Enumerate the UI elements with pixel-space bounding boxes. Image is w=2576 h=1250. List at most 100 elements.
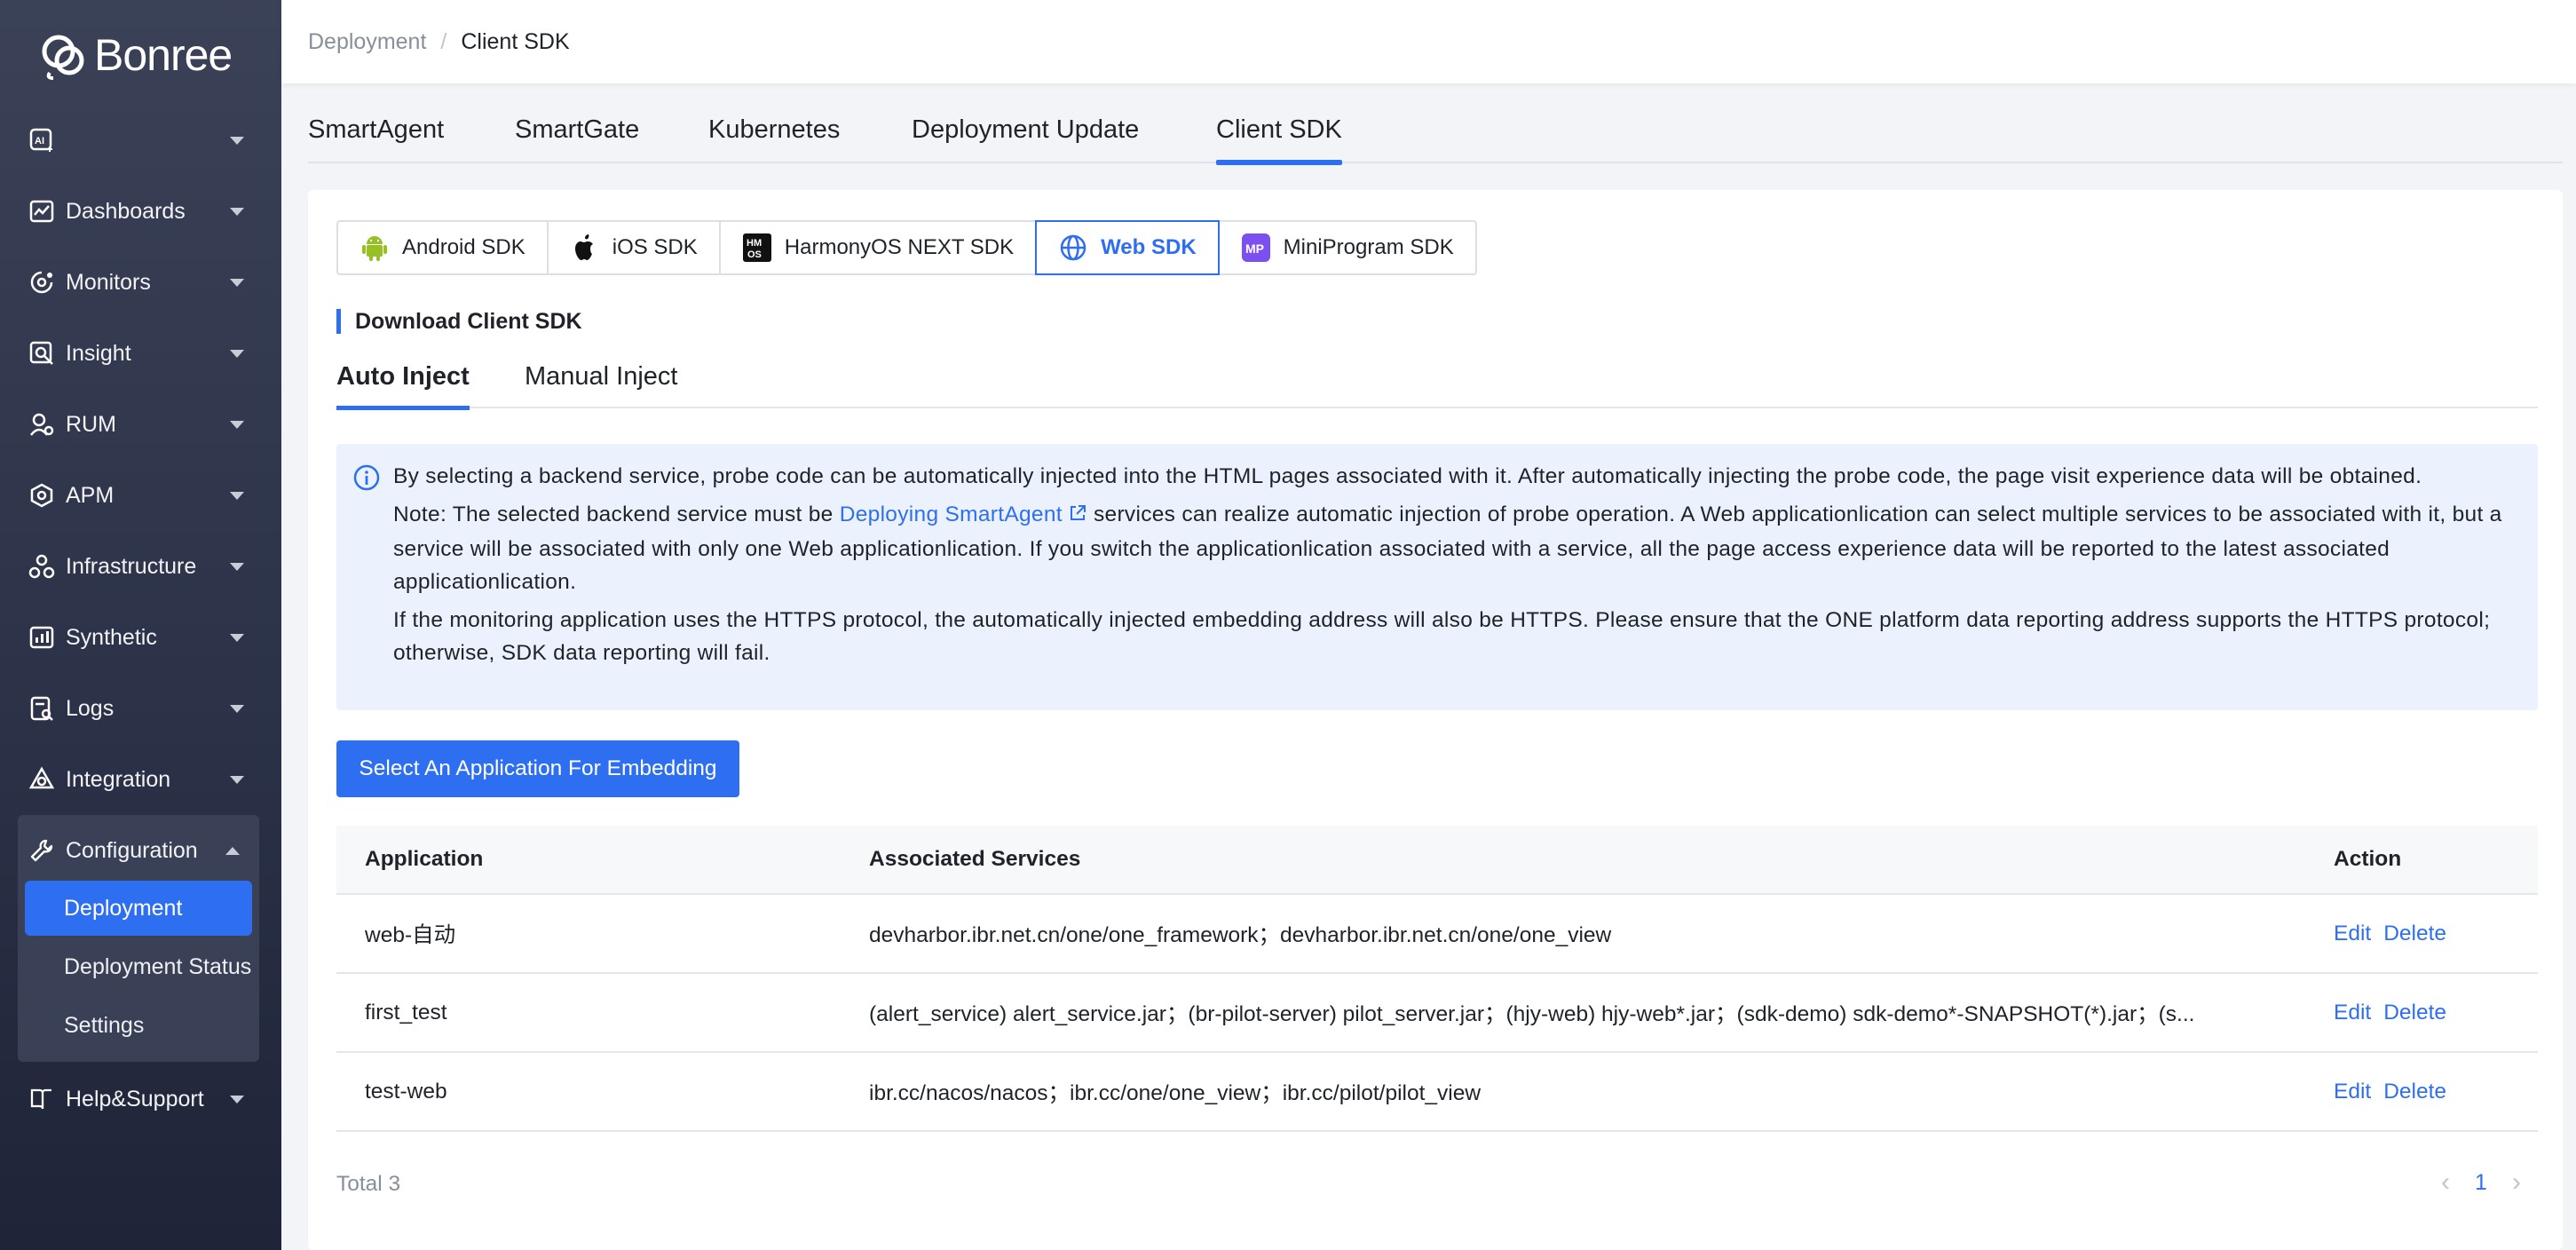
apple-icon [570, 233, 600, 263]
page-number[interactable]: 1 [2463, 1165, 2499, 1200]
tab-auto-inject[interactable]: Auto Inject [336, 362, 470, 410]
rum-icon [27, 409, 57, 439]
table-header: Application Associated Services Action [336, 826, 2538, 895]
cell-action: Edit Delete [2334, 1080, 2538, 1104]
next-page-icon[interactable]: › [2499, 1165, 2534, 1200]
header: Deployment / Client SDK [281, 0, 2576, 83]
table-row: web-自动 devharbor.ibr.net.cn/one/one_fram… [336, 895, 2538, 974]
integration-icon [27, 764, 57, 795]
breadcrumb-parent[interactable]: Deployment [308, 29, 426, 54]
header-application: Application [365, 847, 484, 871]
sidebar-item-rum[interactable]: RUM [0, 389, 281, 460]
sidebar-item-configuration[interactable]: Configuration [18, 815, 259, 886]
table-row: first_test (alert_service) alert_service… [336, 974, 2538, 1053]
sdk-tab-android[interactable]: Android SDK [336, 220, 549, 275]
select-application-button[interactable]: Select An Application For Embedding [336, 740, 739, 797]
sidebar-item-infrastructure[interactable]: Infrastructure [0, 531, 281, 602]
info-icon [352, 463, 381, 492]
sidebar-item-monitors[interactable]: Monitors [0, 247, 281, 318]
bonree-logo-icon [39, 28, 92, 82]
sdk-tab-web[interactable]: Web SDK [1035, 220, 1220, 275]
chevron-down-icon [230, 776, 244, 784]
wrench-icon [27, 835, 57, 866]
sidebar: Bonree AI Dashboards Monitors Insight RU… [0, 0, 281, 1250]
edit-link[interactable]: Edit [2334, 1080, 2371, 1104]
breadcrumb-separator: / [440, 28, 447, 54]
sidebar-item-integration[interactable]: Integration [0, 744, 281, 815]
section-title: Download Client SDK [336, 309, 582, 334]
cell-services: (alert_service) alert_service.jar；(br-pi… [869, 1002, 2195, 1026]
chevron-down-icon [230, 563, 244, 571]
tab-deployment-update[interactable]: Deployment Update [912, 115, 1139, 162]
info-paragraph-1: By selecting a backend service, probe co… [393, 464, 2422, 488]
edit-link[interactable]: Edit [2334, 1001, 2371, 1025]
sidebar-item-ai[interactable]: AI [0, 105, 281, 176]
sidebar-subitem-settings[interactable]: Settings [25, 998, 252, 1053]
globe-icon [1058, 233, 1088, 263]
sidebar-item-help-support[interactable]: Help&Support [0, 1064, 281, 1135]
cell-services: ibr.cc/nacos/nacos；ibr.cc/one/one_view；i… [869, 1081, 1482, 1105]
delete-link[interactable]: Delete [2383, 1001, 2446, 1025]
sidebar-group-configuration: Configuration Deployment Deployment Stat… [18, 815, 259, 1062]
ai-icon: AI [27, 125, 57, 155]
chevron-down-icon [230, 705, 244, 713]
tab-smartgate[interactable]: SmartGate [515, 115, 639, 162]
table-row: test-web ibr.cc/nacos/nacos；ibr.cc/one/o… [336, 1053, 2538, 1132]
total-count: Total 3 [336, 1172, 401, 1196]
sidebar-nav: AI Dashboards Monitors Insight RUM APM I… [0, 105, 281, 815]
header-associated-services: Associated Services [869, 847, 1081, 871]
pagination: ‹ 1 › [2428, 1165, 2534, 1200]
cell-services: devharbor.ibr.net.cn/one/one_framework；d… [869, 923, 1612, 947]
deploying-smartagent-link[interactable]: Deploying SmartAgent [840, 502, 1087, 526]
header-action: Action [2334, 847, 2402, 871]
cell-action: Edit Delete [2334, 922, 2538, 946]
android-icon [360, 233, 390, 263]
prev-page-icon[interactable]: ‹ [2428, 1165, 2463, 1200]
svg-text:HM: HM [747, 238, 762, 249]
deployment-tabs: SmartAgent SmartGate Kubernetes Deployme… [308, 105, 2563, 165]
sdk-tab-ios[interactable]: iOS SDK [546, 220, 721, 275]
chevron-down-icon [230, 1096, 244, 1104]
sidebar-item-synthetic[interactable]: Synthetic [0, 602, 281, 673]
chevron-down-icon [230, 350, 244, 358]
sdk-type-tabs: Android SDK iOS SDK HM OS HarmonyOS NEXT … [336, 220, 1477, 275]
external-link-icon [1068, 500, 1087, 533]
sidebar-subitem-deployment[interactable]: Deployment [25, 881, 252, 936]
sdk-tab-miniprogram[interactable]: MP MiniProgram SDK [1217, 220, 1477, 275]
svg-text:AI: AI [35, 136, 44, 146]
sidebar-item-apm[interactable]: APM [0, 460, 281, 531]
chevron-down-icon [230, 492, 244, 500]
sdk-tab-harmonyos[interactable]: HM OS HarmonyOS NEXT SDK [718, 220, 1038, 275]
cell-application: web-自动 [365, 923, 456, 947]
cell-application: first_test [365, 1000, 447, 1025]
tab-smartagent[interactable]: SmartAgent [308, 115, 444, 162]
chart-icon [27, 196, 57, 226]
breadcrumb: Deployment / Client SDK [308, 29, 570, 55]
delete-link[interactable]: Delete [2383, 922, 2446, 945]
chevron-down-icon [230, 279, 244, 287]
brand-name: Bonree [94, 30, 233, 80]
tab-client-sdk[interactable]: Client SDK [1216, 115, 1342, 165]
tab-kubernetes[interactable]: Kubernetes [708, 115, 840, 162]
brand-logo[interactable]: Bonree [39, 27, 233, 83]
sidebar-item-dashboards[interactable]: Dashboards [0, 176, 281, 247]
tab-manual-inject[interactable]: Manual Inject [525, 362, 678, 408]
insight-icon [27, 338, 57, 368]
logs-icon [27, 693, 57, 724]
edit-link[interactable]: Edit [2334, 922, 2371, 945]
info-paragraph-3: If the monitoring application uses the H… [393, 608, 2491, 665]
breadcrumb-current: Client SDK [461, 28, 570, 54]
svg-text:MP: MP [1245, 241, 1264, 256]
chevron-down-icon [230, 137, 244, 145]
chevron-down-icon [230, 634, 244, 642]
chevron-up-icon [225, 847, 240, 855]
info-paragraph-2: Note: The selected backend service must … [393, 498, 2522, 598]
sidebar-subitem-deployment-status[interactable]: Deployment Status [25, 939, 252, 994]
inject-mode-tabs: Auto Inject Manual Inject [336, 359, 2538, 410]
chevron-down-icon [230, 208, 244, 216]
sidebar-item-logs[interactable]: Logs [0, 673, 281, 744]
application-table: Application Associated Services Action w… [336, 826, 2538, 1132]
sidebar-item-insight[interactable]: Insight [0, 318, 281, 389]
delete-link[interactable]: Delete [2383, 1080, 2446, 1104]
harmonyos-icon: HM OS [742, 233, 772, 263]
